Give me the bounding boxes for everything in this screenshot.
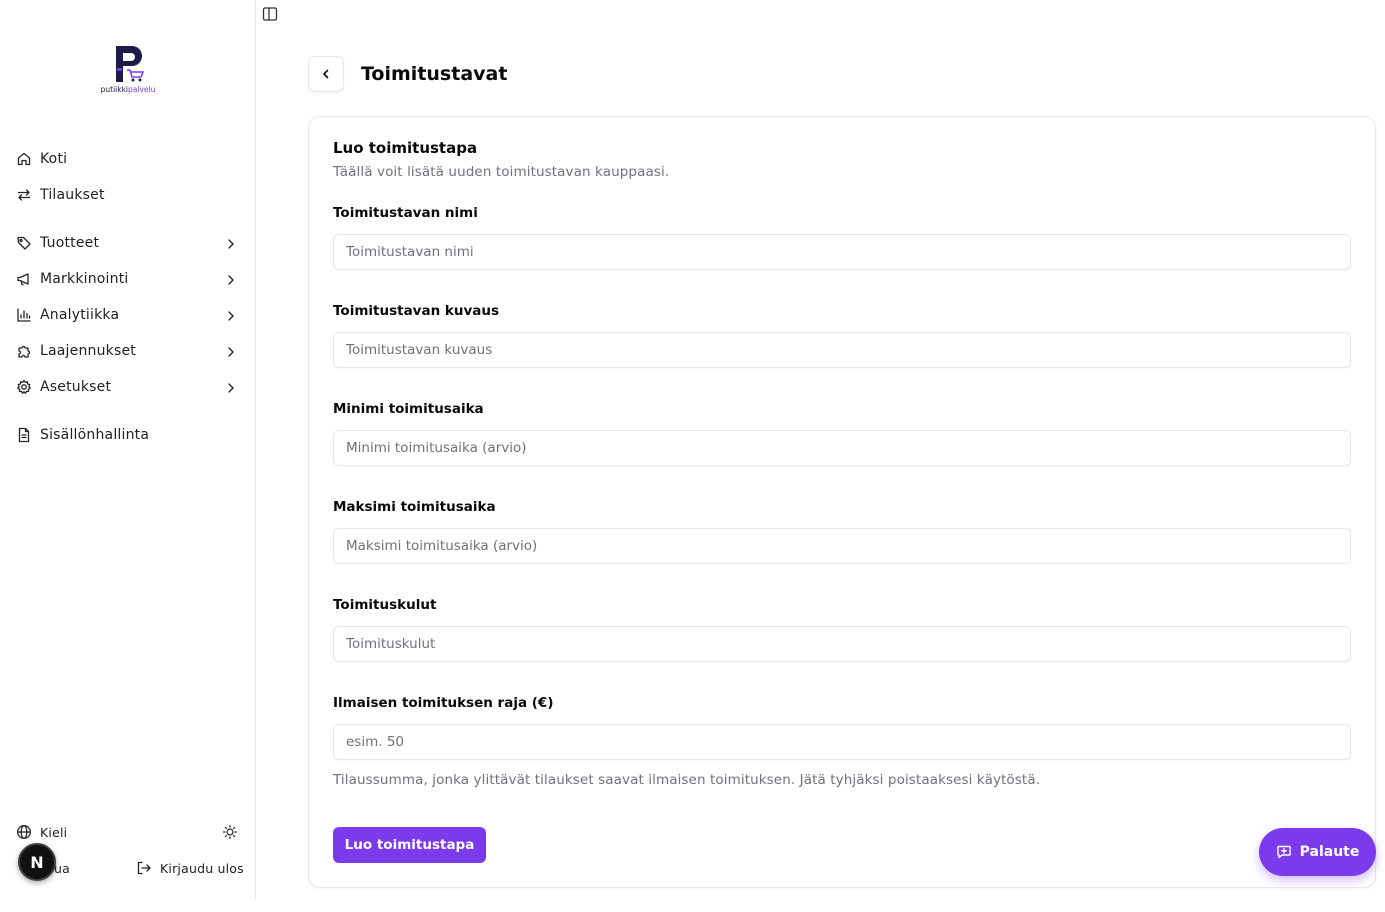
chevron-right-icon (224, 272, 238, 286)
back-button[interactable] (308, 56, 344, 92)
max-delivery-time-input[interactable] (333, 528, 1351, 564)
chevron-left-icon (319, 67, 333, 81)
avatar[interactable]: N (18, 843, 56, 881)
max-delivery-time-label: Maksimi toimitusaika (333, 499, 496, 515)
megaphone-icon (16, 271, 32, 287)
free-shipping-threshold-input[interactable] (333, 724, 1351, 760)
logout-icon (136, 860, 152, 876)
sidebar-item-label: Analytiikka (40, 307, 120, 323)
gear-icon (16, 379, 32, 395)
brand-logo[interactable]: putiikkipalvelu (96, 44, 160, 98)
home-icon (16, 151, 32, 167)
globe-icon (16, 824, 32, 840)
feedback-label: Palaute (1299, 844, 1360, 860)
sidebar-item-sisallonhallinta[interactable]: Sisällönhallinta (8, 419, 248, 451)
sidebar-item-analytiikka[interactable]: Analytiikka (8, 299, 248, 331)
card-description: Täällä voit lisätä uuden toimitustavan k… (333, 164, 670, 180)
create-shipping-method-card: Luo toimitustapa Täällä voit lisätä uude… (308, 116, 1376, 888)
sidebar-item-label: Tilaukset (40, 187, 105, 203)
sidebar-item-asetukset[interactable]: Asetukset (8, 371, 248, 403)
name-field-label: Toimitustavan nimi (333, 205, 478, 221)
sidebar-item-label: Asetukset (40, 379, 112, 395)
language-label: Kieli (40, 824, 68, 840)
feedback-button[interactable]: Palaute (1259, 828, 1376, 876)
user-label: ua (54, 860, 70, 876)
sidebar-item-koti[interactable]: Koti (8, 143, 248, 175)
chevron-right-icon (224, 380, 238, 394)
language-selector[interactable]: Kieli (8, 818, 248, 846)
min-delivery-time-input[interactable] (333, 430, 1351, 466)
min-delivery-time-label: Minimi toimitusaika (333, 401, 484, 417)
sidebar: putiikkipalvelu Koti Tilaukset Tuotteet … (0, 0, 256, 900)
shipping-cost-input[interactable] (333, 626, 1351, 662)
sidebar-item-label: Laajennukset (40, 343, 136, 359)
logo-mark-icon (116, 46, 145, 82)
puzzle-icon (16, 343, 32, 359)
description-input[interactable] (333, 332, 1351, 368)
sidebar-item-label: Markkinointi (40, 271, 129, 287)
page-title: Toimitustavat (361, 63, 508, 85)
sidebar-toggle-icon[interactable] (262, 6, 278, 22)
shipping-cost-label: Toimituskulut (333, 597, 437, 613)
sidebar-item-label: Koti (40, 151, 68, 167)
brand-logo-text: putiikkipalvelu (100, 85, 156, 94)
sidebar-item-label: Tuotteet (40, 235, 100, 251)
description-field-label: Toimitustavan kuvaus (333, 303, 500, 319)
tag-icon (16, 235, 32, 251)
chevron-right-icon (224, 344, 238, 358)
bar-chart-icon (16, 307, 32, 323)
free-shipping-threshold-label: Ilmaisen toimituksen raja (€) (333, 695, 554, 711)
sidebar-item-tuotteet[interactable]: Tuotteet (8, 227, 248, 259)
sidebar-item-markkinointi[interactable]: Markkinointi (8, 263, 248, 295)
logout-button[interactable]: Kirjaudu ulos (136, 858, 244, 878)
sidebar-item-tilaukset[interactable]: Tilaukset (8, 179, 248, 211)
sidebar-item-laajennukset[interactable]: Laajennukset (8, 335, 248, 367)
sidebar-item-label: Sisällönhallinta (40, 427, 150, 443)
logout-label: Kirjaudu ulos (160, 860, 244, 876)
name-input[interactable] (333, 234, 1351, 270)
theme-toggle-sun-icon[interactable] (222, 824, 238, 840)
create-shipping-method-button[interactable]: Luo toimitustapa (333, 827, 486, 863)
free-shipping-help-text: Tilaussumma, jonka ylittävät tilaukset s… (333, 772, 1041, 788)
card-title: Luo toimitustapa (333, 139, 478, 157)
chevron-right-icon (224, 308, 238, 322)
arrows-swap-icon (16, 187, 32, 203)
chevron-right-icon (224, 236, 238, 250)
document-icon (16, 427, 32, 443)
avatar-letter: N (30, 852, 44, 872)
message-plus-icon (1276, 844, 1292, 860)
